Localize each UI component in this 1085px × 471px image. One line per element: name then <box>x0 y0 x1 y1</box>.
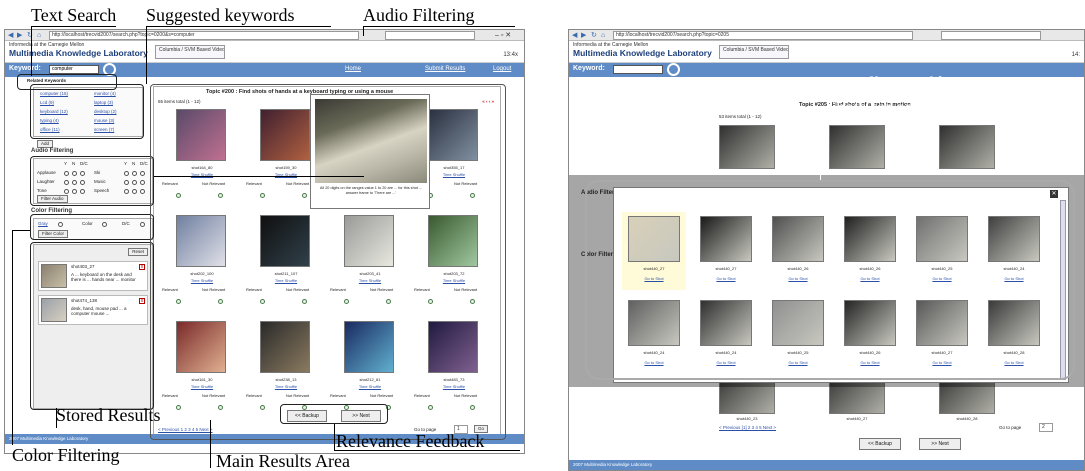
search-input[interactable] <box>613 65 663 74</box>
background-result-thumb[interactable] <box>829 125 885 169</box>
audio-filtering-title: Audio Filtering <box>31 148 74 154</box>
callout-stored-results: Stored Results <box>56 405 161 425</box>
browser-toolbar: ◀ ▶ ↻ ⌂ http://localhost/trecvid2007/sea… <box>5 30 524 41</box>
result-count: 53 items total (1 - 12) <box>719 114 762 119</box>
leader-line <box>31 26 32 76</box>
callout-relevance-feedback: Relevance Feedback <box>336 431 485 451</box>
url-bar[interactable]: http://localhost/trecvid2007/search.php?… <box>49 31 359 40</box>
leader-line <box>363 26 364 36</box>
keyword-label: Keyword: <box>9 65 41 72</box>
next-button[interactable]: >> Next <box>919 438 961 450</box>
color-outline <box>30 214 154 240</box>
add-keyword-button[interactable]: Add <box>37 140 54 148</box>
suggested-outline <box>30 84 144 139</box>
backup-button[interactable]: << Backup <box>859 438 901 450</box>
background-result-id: shot440_28 <box>956 416 978 421</box>
callout-temporally-line1: Temporally-Neighboring <box>806 73 986 93</box>
background-result-thumb[interactable] <box>719 125 775 169</box>
search-icon[interactable] <box>667 63 680 76</box>
leader-line <box>334 424 335 450</box>
lower-pager[interactable]: < Previous [1] 2 3 4 5 Next > <box>719 425 776 430</box>
background-result-id: shot440_23 <box>736 416 758 421</box>
neighbor-outline <box>585 180 1075 380</box>
site-header: Informedia at the Carnegie Mellon Multim… <box>5 41 524 63</box>
site-logo: Columbia / SVM Based Video Retrieval <box>155 45 225 59</box>
leader-line <box>31 26 116 27</box>
site-header: Informedia at the Carnegie Mellon Multim… <box>569 41 1084 63</box>
background-result-id: shot440_27 <box>846 416 868 421</box>
go-to-page-label: Go to page <box>999 425 1022 430</box>
site-title: Multimedia Knowledge Laboratory <box>9 48 148 58</box>
nav-home[interactable]: Home <box>345 66 361 72</box>
search-input[interactable]: computer <box>49 65 99 74</box>
nav-submit-results[interactable]: Submit Results <box>425 66 465 72</box>
back-icon[interactable]: ◀ <box>8 31 13 40</box>
forward-icon[interactable]: ▶ <box>581 31 586 40</box>
browser-search-input[interactable] <box>385 31 475 40</box>
callout-main-results-area: Main Results Area <box>216 451 350 471</box>
keyword-label: Keyword: <box>573 65 605 72</box>
leader-line <box>12 230 30 231</box>
clock: 14: <box>1071 52 1080 58</box>
leader-line <box>56 408 57 428</box>
leader-line <box>820 120 821 180</box>
url-bar[interactable]: http://localhost/trecvid2007/search.php?… <box>613 31 913 40</box>
window-controls-icon[interactable]: – ▫ ✕ <box>495 31 511 40</box>
clock: 13:4x <box>503 52 518 58</box>
back-icon[interactable]: ◀ <box>572 31 577 40</box>
audio-outline <box>30 156 154 206</box>
callout-audio-filtering: Audio Filtering <box>363 5 475 25</box>
leader-line <box>12 230 13 445</box>
home-icon[interactable]: ⌂ <box>37 31 41 40</box>
callout-temporally-line2: Shots for one Result <box>826 97 973 117</box>
leader-line <box>210 420 211 468</box>
nav-logout[interactable]: Logout <box>493 66 511 72</box>
main-results-outline <box>150 84 506 440</box>
callout-suggested-keywords: Suggested keywords <box>146 5 295 25</box>
leader-line <box>154 176 364 177</box>
callout-color-filtering: Color Filtering <box>12 445 120 465</box>
leader-line <box>146 26 147 84</box>
site-footer: 2007 Multimedia Knowledge Laboratory <box>569 460 1084 470</box>
go-to-page-input[interactable]: 2 <box>1039 423 1053 432</box>
leader-line <box>146 26 331 27</box>
leader-line <box>334 450 520 451</box>
background-result-thumb[interactable] <box>939 125 995 169</box>
site-title: Multimedia Knowledge Laboratory <box>573 48 712 58</box>
leader-line <box>363 26 515 27</box>
reload-icon[interactable]: ↻ <box>591 31 597 40</box>
stored-outline <box>30 242 154 410</box>
browser-toolbar: ◀ ▶ ↻ ⌂ http://localhost/trecvid2007/sea… <box>569 30 1084 41</box>
forward-icon[interactable]: ▶ <box>17 31 22 40</box>
browser-search-input[interactable] <box>941 31 1041 40</box>
home-icon[interactable]: ⌂ <box>601 31 605 40</box>
site-logo: Columbia / SVM Based Video Retrieval <box>719 45 789 59</box>
callout-text-search: Text Search <box>31 5 117 25</box>
